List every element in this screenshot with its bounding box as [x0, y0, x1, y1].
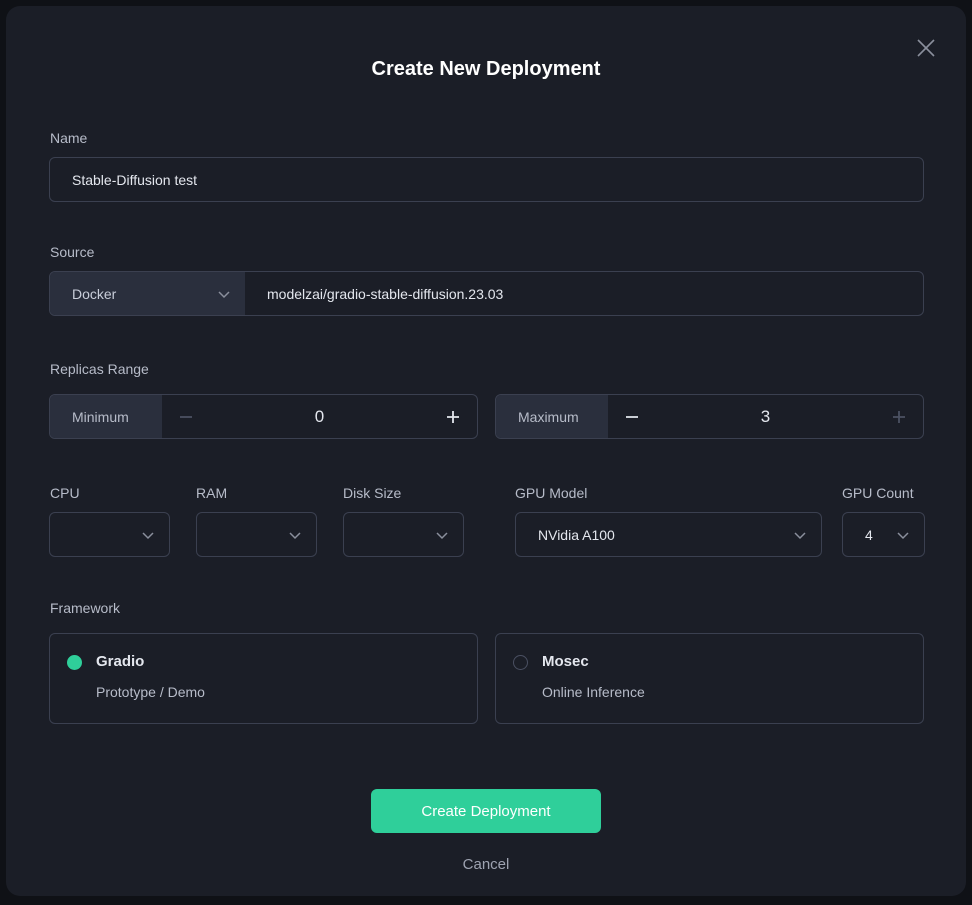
max-increment-button[interactable] — [875, 395, 923, 438]
source-type-select[interactable]: Docker — [50, 272, 245, 315]
chevron-down-icon — [289, 531, 301, 539]
chevron-down-icon — [142, 531, 154, 539]
framework-option-title: Gradio — [96, 653, 145, 670]
ram-select[interactable] — [196, 512, 317, 557]
framework-option-gradio[interactable]: Gradio Prototype / Demo — [49, 633, 478, 724]
radio-unselected-icon — [513, 655, 528, 670]
gpu-count-select-value: 4 — [865, 526, 873, 543]
close-button[interactable] — [914, 36, 938, 60]
name-input-value: Stable-Diffusion test — [72, 171, 198, 188]
cancel-button[interactable]: Cancel — [6, 856, 966, 873]
source-image-value: modelzai/gradio-stable-diffusion.23.03 — [267, 285, 504, 302]
source-image-input[interactable]: modelzai/gradio-stable-diffusion.23.03 — [245, 272, 923, 315]
chevron-down-icon — [794, 531, 806, 539]
disk-size-label: Disk Size — [343, 485, 402, 501]
max-replicas-tag: Maximum — [496, 395, 608, 438]
max-replicas-value[interactable]: 3 — [656, 395, 875, 438]
create-deployment-button[interactable]: Create Deployment — [371, 789, 601, 833]
framework-option-title: Mosec — [542, 653, 589, 670]
close-icon — [917, 39, 935, 57]
framework-option-description: Online Inference — [542, 684, 645, 700]
max-decrement-button[interactable] — [608, 395, 656, 438]
framework-label: Framework — [50, 600, 121, 616]
gpu-model-label: GPU Model — [515, 485, 588, 501]
name-label: Name — [50, 130, 88, 146]
min-decrement-button[interactable] — [162, 395, 210, 438]
gpu-count-label: GPU Count — [842, 485, 914, 501]
radio-selected-icon — [67, 655, 82, 670]
min-replicas-stepper: Minimum 0 — [49, 394, 478, 439]
ram-label: RAM — [196, 485, 228, 501]
min-increment-button[interactable] — [429, 395, 477, 438]
source-type-value: Docker — [72, 285, 117, 302]
chevron-down-icon — [218, 290, 230, 298]
dialog-title: Create New Deployment — [371, 58, 601, 80]
min-replicas-value[interactable]: 0 — [210, 395, 429, 438]
cpu-label: CPU — [50, 485, 80, 501]
gpu-count-select[interactable]: 4 — [842, 512, 925, 557]
source-label: Source — [50, 244, 95, 260]
source-field: Docker modelzai/gradio-stable-diffusion.… — [49, 271, 924, 316]
create-deployment-dialog: Create New Deployment Name Stable-Diffus… — [6, 6, 966, 896]
cpu-select[interactable] — [49, 512, 170, 557]
gpu-model-select[interactable]: NVidia A100 — [515, 512, 822, 557]
replicas-label: Replicas Range — [50, 361, 149, 377]
minus-icon — [180, 415, 192, 418]
framework-option-description: Prototype / Demo — [96, 684, 205, 700]
disk-size-select[interactable] — [343, 512, 464, 557]
gpu-model-select-value: NVidia A100 — [538, 526, 615, 543]
chevron-down-icon — [897, 531, 909, 539]
name-input[interactable]: Stable-Diffusion test — [49, 157, 924, 202]
chevron-down-icon — [436, 531, 448, 539]
max-replicas-stepper: Maximum 3 — [495, 394, 924, 439]
plus-icon — [447, 410, 459, 423]
minus-icon — [626, 415, 638, 418]
min-replicas-tag: Minimum — [50, 395, 162, 438]
plus-icon — [893, 410, 905, 423]
framework-option-mosec[interactable]: Mosec Online Inference — [495, 633, 924, 724]
